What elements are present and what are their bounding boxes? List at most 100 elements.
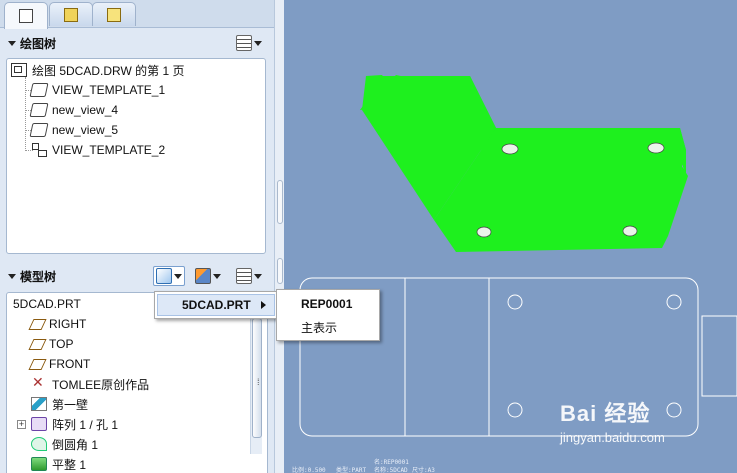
tools-icon (195, 268, 211, 284)
model-root-label: 5DCAD.PRT (13, 297, 81, 311)
favorites-icon (107, 7, 121, 22)
datum-plane-icon (28, 318, 47, 330)
dropdown-arrow-icon (174, 273, 182, 279)
model-tree-toggle[interactable]: 模型树 (8, 268, 56, 285)
menu-item-master-rep[interactable]: 主表示 (277, 316, 379, 338)
tree-item-label: 第一壁 (52, 397, 89, 412)
drawing-tree-title: 绘图树 (20, 36, 57, 51)
hole-icon (507, 294, 523, 310)
datum-plane-icon (28, 338, 47, 350)
sheetmetal-wall-icon (31, 397, 47, 411)
tree-item-csys[interactable]: TOMLEE原创作品 (31, 374, 149, 394)
tree-item-label: TOP (49, 337, 74, 351)
drawing-tree: 绘图 5DCAD.DRW 的第 1 页 VIEW_TEMPLATE_1 new_… (6, 58, 266, 254)
panel-splitter[interactable] (274, 0, 284, 473)
list-settings-icon (236, 268, 252, 284)
navigator-panel: 绘图树 绘图 5DCAD.DRW 的第 1 页 VIEW_TEMPLATE_1 … (0, 0, 284, 473)
tree-item-label: 平整 1 (52, 457, 87, 472)
watermark-url: jingyan.baidu.com (560, 430, 665, 445)
tree-item-first-wall[interactable]: 第一壁 (31, 394, 88, 414)
status-name: 名称:5DCAD (374, 467, 408, 473)
watermark: Bai 经验 jingyan.baidu.com (560, 396, 665, 445)
menu-item-5dcad-prt[interactable]: 5DCAD.PRT (157, 294, 275, 316)
menu-item-label: REP0001 (301, 297, 353, 311)
tree-connector (25, 77, 26, 151)
splitter-handle[interactable] (277, 258, 283, 284)
representation-submenu: REP0001 主表示 (276, 289, 380, 341)
model-tree-icon (19, 9, 33, 23)
hole-icon (666, 294, 682, 310)
model-select-button[interactable] (153, 266, 185, 286)
tree-item-label: TOMLEE原创作品 (52, 377, 150, 392)
tree-item-front[interactable]: FRONT (28, 354, 91, 374)
hole-icon (666, 402, 682, 418)
watermark-logo: Bai 经验 (560, 401, 651, 426)
splitter-handle[interactable] (277, 180, 283, 224)
tree-item-label: new_view_4 (52, 103, 119, 117)
graphics-area[interactable]: 名:REP0001 比例:0.500 类型:PART 名称:5DCAD 尺寸:A… (284, 0, 737, 473)
coordinate-system-icon (31, 374, 47, 391)
round-icon (31, 437, 47, 451)
tree-item-label: RIGHT (49, 317, 87, 331)
tree-item-new-view-5[interactable]: new_view_5 (29, 120, 119, 140)
menu-item-rep0001[interactable]: REP0001 (277, 293, 379, 315)
expand-icon[interactable]: + (17, 420, 26, 429)
tab-outline (701, 315, 737, 397)
menu-item-label: 主表示 (301, 320, 338, 335)
hole-icon (507, 402, 523, 418)
dropdown-arrow-icon (213, 273, 221, 279)
tree-item-label: VIEW_TEMPLATE_1 (52, 83, 166, 97)
model-tree: 5DCAD.PRT RIGHT TOP FRONT TOMLEE原创作品 第一壁… (6, 292, 268, 473)
template-view-icon (31, 143, 47, 157)
status-size: 尺寸:A3 (412, 467, 435, 473)
tree-item-view-template-2[interactable]: VIEW_TEMPLATE_2 (31, 140, 165, 160)
tree-item-flat[interactable]: 平整 1 (31, 454, 86, 473)
collapse-arrow-icon (8, 273, 16, 279)
tab-folder-browser[interactable] (49, 2, 93, 26)
tree-item-round[interactable]: 倒圆角 1 (31, 434, 98, 454)
tree-item-label: VIEW_TEMPLATE_2 (52, 143, 166, 157)
hole-icon (622, 225, 638, 237)
list-settings-icon (236, 35, 252, 51)
drawing-tree-toggle[interactable]: 绘图树 (8, 35, 56, 52)
submenu-arrow-icon (261, 301, 266, 309)
view-icon (29, 103, 49, 117)
model-select-menu: 5DCAD.PRT (154, 291, 278, 319)
tree-item-new-view-4[interactable]: new_view_4 (29, 100, 119, 120)
scrollbar-thumb[interactable]: ⁞ (252, 318, 262, 438)
tree-item-view-template-1[interactable]: VIEW_TEMPLATE_1 (29, 80, 166, 100)
hole-icon (501, 143, 519, 155)
tree-tools-button[interactable] (195, 266, 221, 286)
drawing-sheet-icon (11, 63, 27, 77)
tree-item-label: new_view_5 (52, 123, 119, 137)
drawing-canvas (299, 75, 737, 437)
drawing-sheet-item[interactable]: 绘图 5DCAD.DRW 的第 1 页 (11, 60, 184, 80)
tree-item-label: FRONT (49, 357, 91, 371)
model-tree-header: 模型树 (0, 263, 284, 289)
tree-item-right[interactable]: RIGHT (28, 314, 87, 334)
menu-item-label: 5DCAD.PRT (182, 298, 251, 312)
3d-part-view[interactable] (360, 75, 688, 252)
dropdown-arrow-icon (254, 273, 262, 279)
model-tree-title: 模型树 (20, 269, 57, 284)
tree-item-pattern[interactable]: 阵列 1 / 孔 1 (31, 414, 118, 434)
dropdown-arrow-icon (254, 40, 262, 46)
tree-item-label: 倒圆角 1 (52, 437, 99, 452)
grip-icon: ⁞ (257, 377, 259, 387)
model-root-item[interactable]: 5DCAD.PRT (13, 294, 81, 314)
model-tree-settings-button[interactable] (236, 266, 262, 286)
model-tree-scrollbar[interactable]: ⁞ (250, 314, 262, 454)
tab-model-tree[interactable] (4, 2, 48, 29)
drawing-tree-header: 绘图树 (0, 30, 284, 56)
flat-wall-icon (31, 457, 47, 471)
navigator-tabs (0, 0, 284, 29)
tree-item-top[interactable]: TOP (28, 334, 74, 354)
datum-plane-icon (28, 358, 47, 370)
tab-favorites[interactable] (92, 2, 136, 26)
hole-icon (476, 226, 492, 238)
drawing-tree-settings-button[interactable] (236, 33, 262, 53)
folder-browser-icon (64, 7, 78, 22)
pattern-icon (31, 417, 47, 431)
collapse-arrow-icon (8, 40, 16, 46)
view-icon (29, 123, 49, 137)
